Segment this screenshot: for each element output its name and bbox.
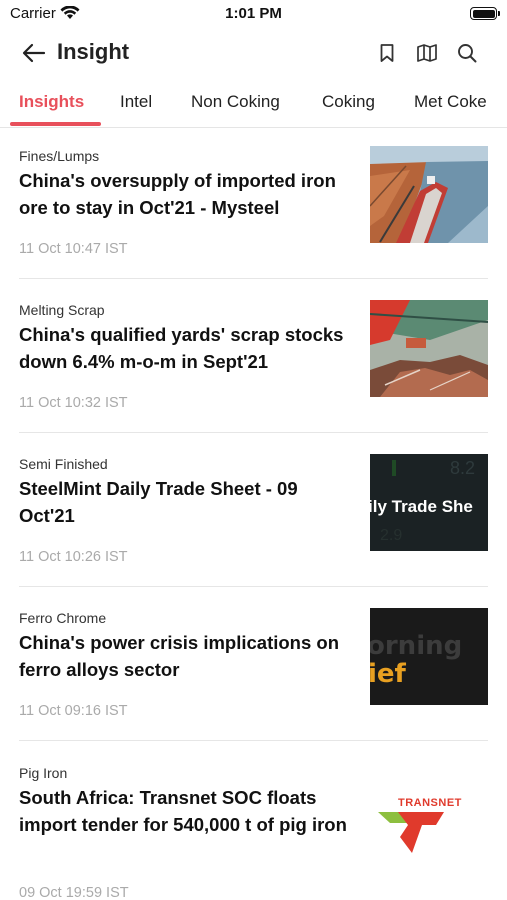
article-title[interactable]: China's oversupply of imported iron ore … <box>19 168 354 221</box>
divider <box>19 432 488 433</box>
svg-text:2.9: 2.9 <box>380 527 402 544</box>
thumbnail-text-1: orning <box>370 631 462 661</box>
article-category: Pig Iron <box>19 765 68 781</box>
article-category: Ferro Chrome <box>19 610 107 626</box>
article-thumbnail-port-ship <box>370 146 488 243</box>
divider <box>19 740 488 741</box>
back-arrow-icon[interactable] <box>20 40 48 66</box>
divider <box>19 586 488 587</box>
search-icon[interactable] <box>455 41 479 65</box>
divider <box>19 278 488 279</box>
thumbnail-text: TRANSNET <box>398 797 462 809</box>
article-item[interactable]: Melting Scrap China's qualified yards' s… <box>0 300 507 433</box>
svg-text:8.2: 8.2 <box>450 458 475 478</box>
article-thumbnail-trade-sheet: 8.2 2.9 ily Trade She <box>370 454 488 551</box>
battery-icon <box>470 7 500 20</box>
tab-met-coke[interactable]: Met Coke <box>414 92 487 112</box>
article-timestamp: 11 Oct 10:32 IST <box>19 395 128 411</box>
map-icon[interactable] <box>415 41 439 65</box>
active-tab-indicator <box>10 122 101 126</box>
article-title[interactable]: China's power crisis implications on fer… <box>19 630 354 683</box>
article-category: Melting Scrap <box>19 302 105 318</box>
article-item[interactable]: Fines/Lumps China's oversupply of import… <box>0 146 507 279</box>
article-category: Fines/Lumps <box>19 148 100 164</box>
category-tabs: Insights Intel Non Coking Coking Met Cok… <box>0 82 507 128</box>
article-timestamp: 09 Oct 19:59 IST <box>19 885 129 900</box>
article-thumbnail-morning-brief: orning ief <box>370 608 488 705</box>
status-bar: Carrier 1:01 PM <box>0 0 507 28</box>
tab-intel[interactable]: Intel <box>120 92 152 112</box>
article-thumbnail-scrap-yard <box>370 300 488 397</box>
article-timestamp: 11 Oct 09:16 IST <box>19 703 128 719</box>
article-category: Semi Finished <box>19 456 108 472</box>
app-header: Insight <box>0 28 507 78</box>
article-title[interactable]: South Africa: Transnet SOC floats import… <box>19 785 354 838</box>
tab-non-coking[interactable]: Non Coking <box>191 92 280 112</box>
article-timestamp: 11 Oct 10:26 IST <box>19 549 128 565</box>
bookmark-icon[interactable] <box>375 41 399 65</box>
article-item[interactable]: Ferro Chrome China's power crisis implic… <box>0 608 507 741</box>
article-title[interactable]: SteelMint Daily Trade Sheet - 09 Oct'21 <box>19 476 354 529</box>
tab-coking[interactable]: Coking <box>322 92 375 112</box>
article-timestamp: 11 Oct 10:47 IST <box>19 241 128 257</box>
article-item[interactable]: Pig Iron South Africa: Transnet SOC floa… <box>0 765 507 900</box>
thumbnail-text-2: ief <box>370 659 407 689</box>
article-item[interactable]: Semi Finished SteelMint Daily Trade Shee… <box>0 454 507 587</box>
transnet-logo: TRANSNET <box>370 765 488 862</box>
article-title[interactable]: China's qualified yards' scrap stocks do… <box>19 322 354 375</box>
clock: 1:01 PM <box>225 5 282 22</box>
page-title: Insight <box>57 39 130 64</box>
tab-insights[interactable]: Insights <box>19 92 84 112</box>
thumbnail-text: ily Trade She <box>370 497 473 516</box>
